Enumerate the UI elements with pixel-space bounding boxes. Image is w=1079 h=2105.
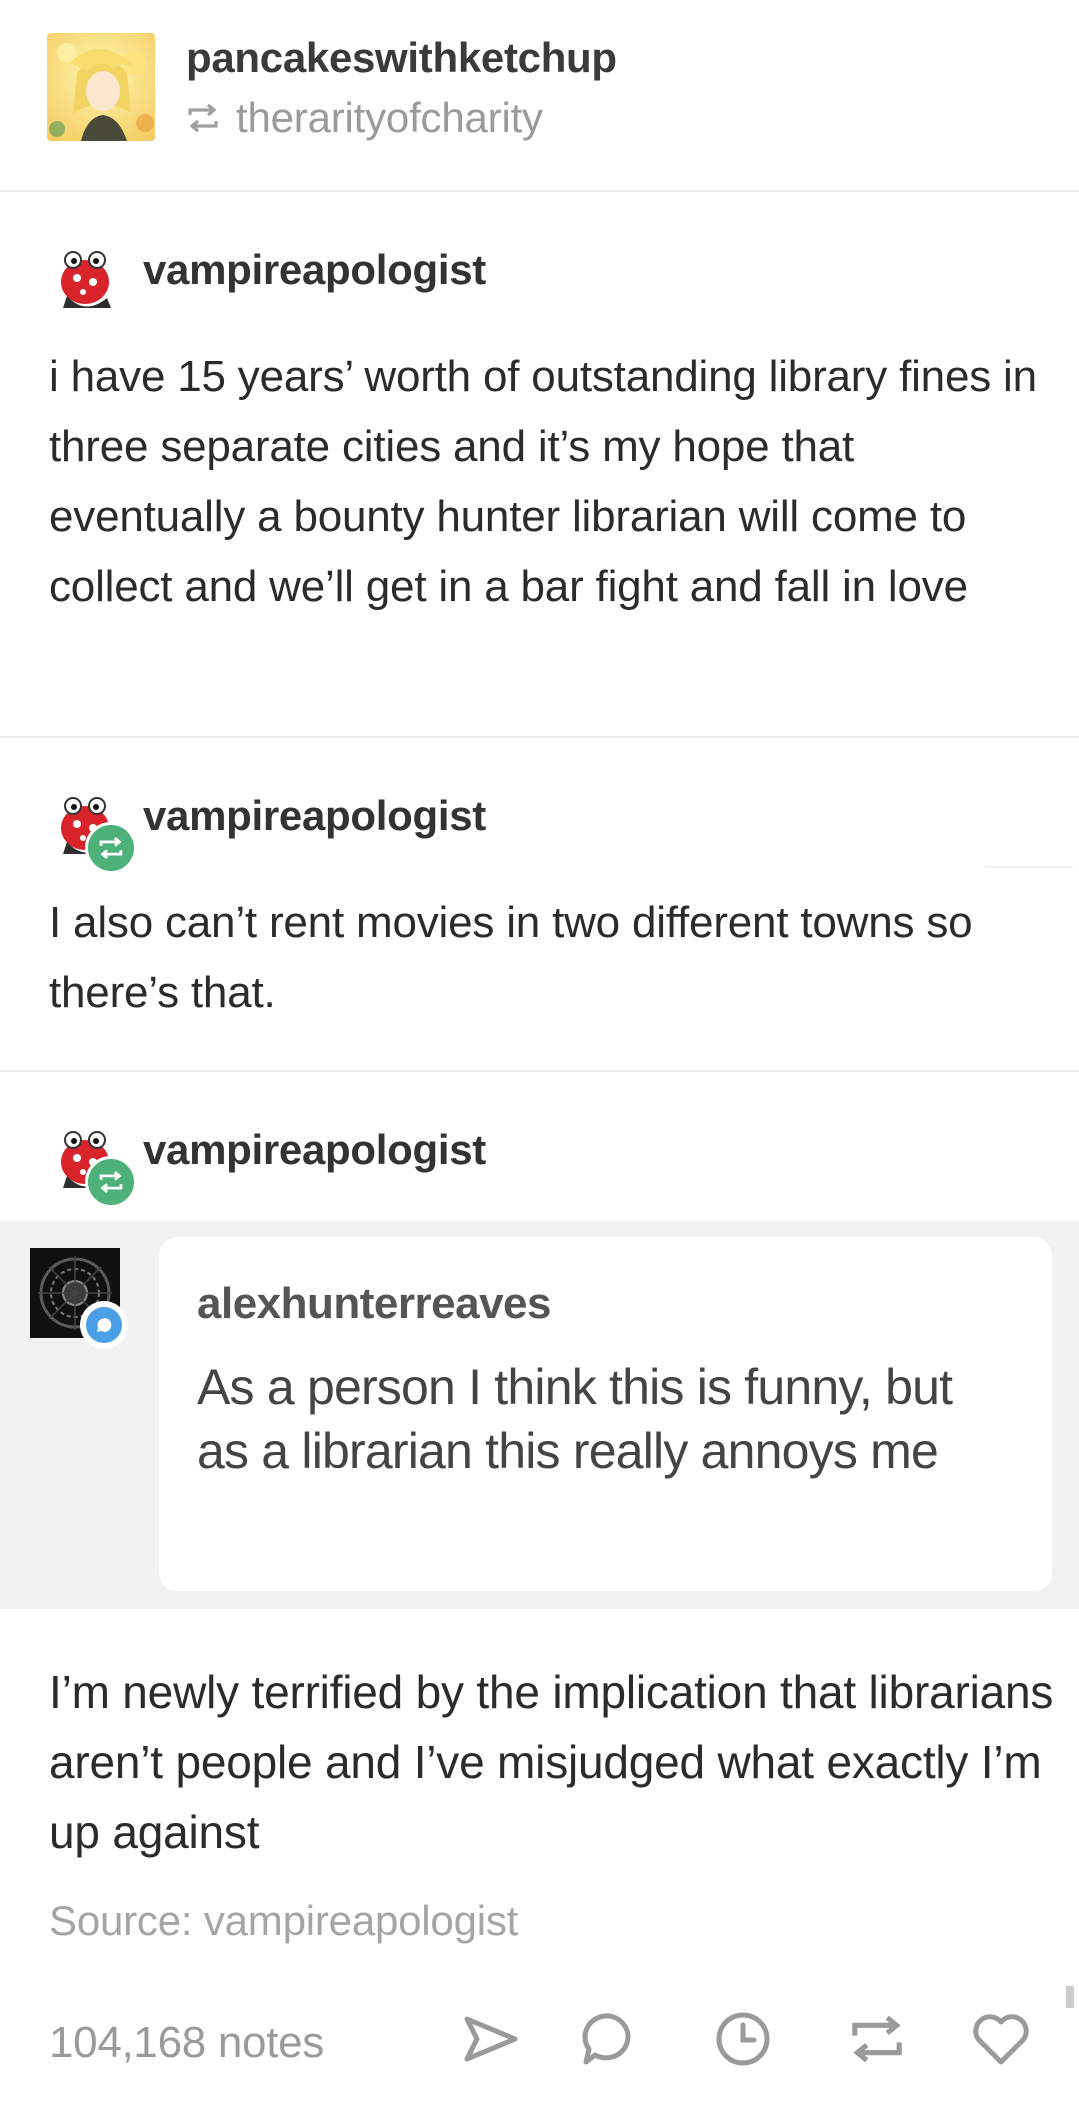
source-label: Source:	[49, 1897, 193, 1944]
asker-name[interactable]: alexhunterreaves	[197, 1279, 552, 1329]
divider	[0, 190, 1079, 192]
username[interactable]: vampireapologist	[143, 792, 486, 840]
post-text: I also can’t rent movies in two differen…	[49, 898, 973, 1017]
like-heart-icon	[973, 2014, 1029, 2065]
ask-badge-icon	[80, 1301, 128, 1349]
red-creature-avatar-icon	[61, 251, 111, 308]
reply-button[interactable]	[574, 2004, 644, 2074]
reblog-badge-icon	[85, 822, 137, 874]
reblogged-from-row: therarityofcharity	[186, 94, 543, 142]
reblog-icon	[188, 103, 218, 133]
username[interactable]: vampireapologist	[143, 246, 486, 294]
user-avatar[interactable]	[49, 242, 121, 314]
share-icon	[464, 2016, 518, 2062]
divider	[0, 1070, 1079, 1072]
username[interactable]: vampireapologist	[143, 1126, 486, 1174]
queue-button[interactable]	[708, 2004, 778, 2074]
divider	[0, 736, 1079, 738]
post-text: i have 15 years’ worth of outstanding li…	[49, 352, 1037, 611]
reply-icon	[582, 2013, 631, 2065]
source-line: Source: vampireapologist	[49, 1897, 518, 1945]
anime-avatar-icon	[47, 33, 155, 141]
share-button[interactable]	[456, 2004, 526, 2074]
post-header: pancakeswithketchup therarityofcharity	[0, 0, 1079, 190]
queue-clock-icon	[716, 2012, 770, 2066]
ask-question-text: As a person I think this is funny, but a…	[197, 1359, 953, 1479]
reblogged-from-blog[interactable]: therarityofcharity	[236, 94, 543, 142]
scrollbar-thumb[interactable]	[1066, 1986, 1074, 2008]
answer-text: I’m newly terrified by the implication t…	[49, 1666, 1054, 1858]
reblog-badge-icon	[85, 1156, 137, 1208]
post-footer: 104,168 notes	[0, 1980, 1079, 2105]
divider	[985, 866, 1073, 868]
like-button[interactable]	[966, 2004, 1036, 2074]
notes-count[interactable]: 104,168 notes	[49, 2018, 324, 2068]
reblog-button[interactable]	[842, 2004, 912, 2074]
source-link[interactable]: vampireapologist	[204, 1897, 519, 1944]
ask-bubble: alexhunterreaves As a person I think thi…	[159, 1237, 1052, 1591]
blog-avatar[interactable]	[47, 33, 155, 141]
reblog-icon	[852, 2015, 902, 2063]
blog-name[interactable]: pancakeswithketchup	[186, 34, 617, 82]
